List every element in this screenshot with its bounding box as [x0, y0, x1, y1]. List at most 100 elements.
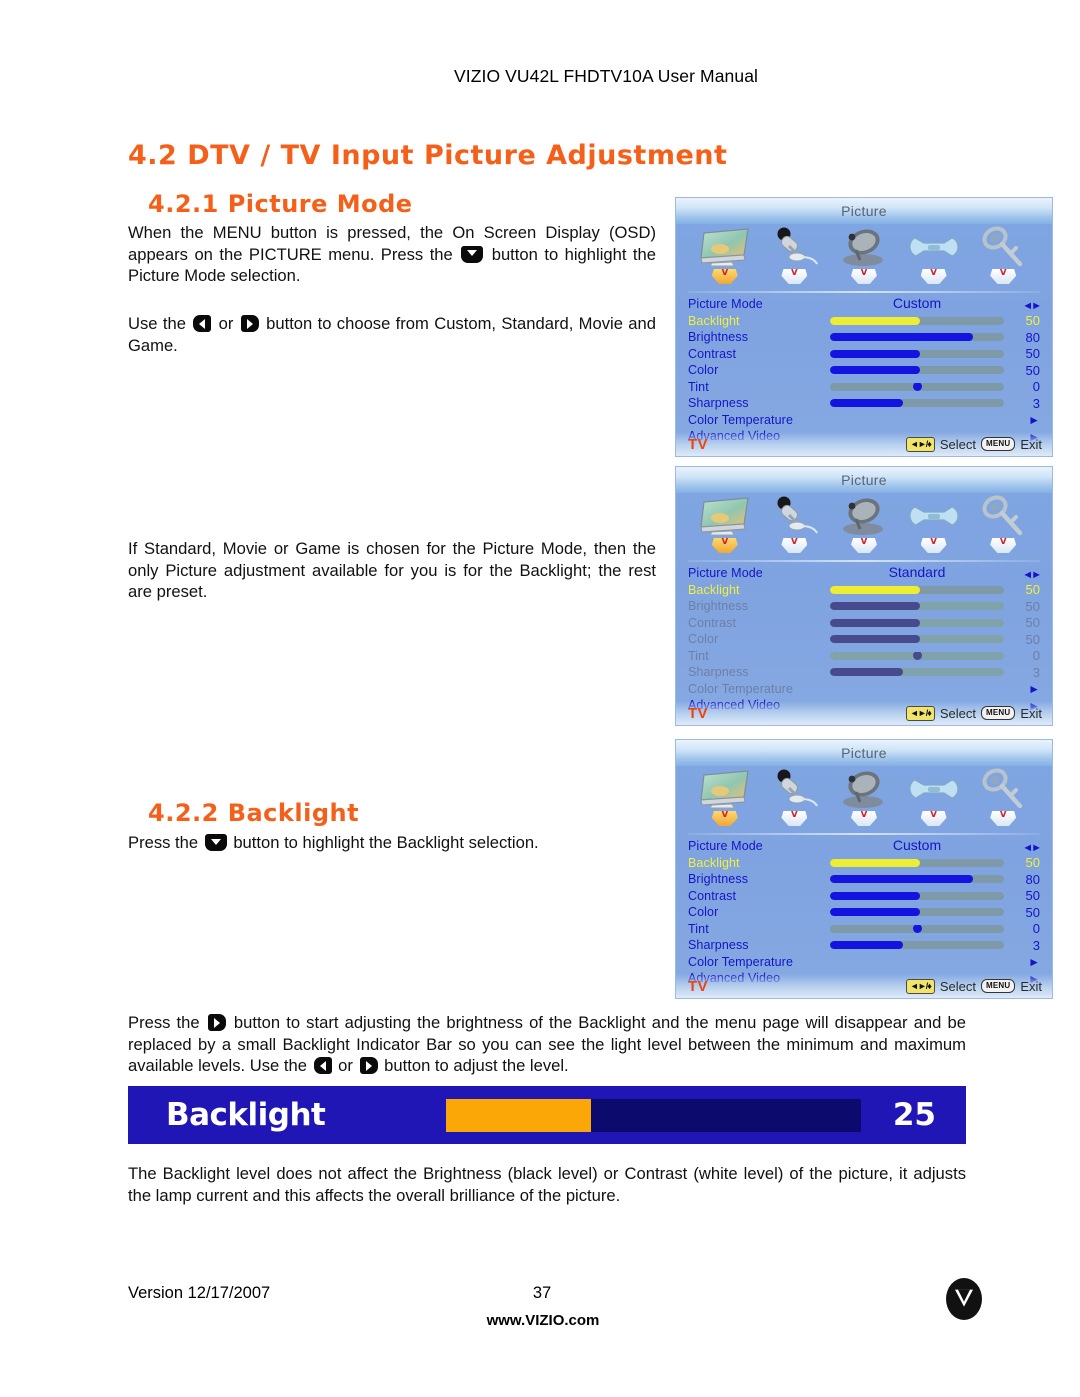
osd-row-tint[interactable]: Tint 0: [688, 379, 1040, 396]
osd-slider-knob[interactable]: [912, 382, 922, 391]
paragraph-text: Press the: [128, 1013, 206, 1032]
osd-tab-audio[interactable]: [760, 226, 830, 290]
osd-row-control: [824, 635, 1010, 644]
osd-row-color-temperature[interactable]: Color Temperature ►: [688, 681, 1040, 698]
osd-tab-setup[interactable]: [899, 495, 969, 559]
osd-icon-row: [676, 493, 1052, 559]
osd-row-brightness[interactable]: Brightness 80: [688, 329, 1040, 346]
osd-row-list: Picture Mode Standard ◄► Backlight 50 Brightn…: [676, 564, 1052, 714]
osd-slider[interactable]: [830, 908, 1004, 917]
parental-icon: [978, 768, 1028, 810]
osd-picture-menu-custom-1[interactable]: PicturePicture ModeCustom◄►Backlight50Br…: [675, 197, 1053, 457]
osd-tab-picture[interactable]: [690, 768, 760, 832]
osd-slider[interactable]: [830, 602, 1004, 611]
osd-tab-setup[interactable]: [899, 768, 969, 832]
osd-slider-fill: [830, 941, 904, 950]
osd-slider[interactable]: [830, 349, 1004, 358]
osd-row-label: Color: [688, 363, 719, 378]
osd-slider[interactable]: [830, 875, 1004, 884]
osd-slider[interactable]: [830, 618, 1004, 627]
osd-row-tint[interactable]: Tint 0: [688, 921, 1040, 938]
osd-row-control: [824, 602, 1010, 611]
osd-tab-tuner[interactable]: [829, 226, 899, 290]
osd-slider-knob[interactable]: [912, 924, 922, 933]
osd-slider-fill: [830, 366, 921, 375]
osd-row-sharpness[interactable]: Sharpness 3: [688, 395, 1040, 412]
dpad-key-icon: ◄►/♦: [905, 978, 935, 994]
osd-slider[interactable]: [830, 382, 1004, 391]
osd-row-control: Custom: [824, 837, 1010, 854]
osd-slider[interactable]: [830, 891, 1004, 900]
osd-slider-fill: [830, 891, 921, 900]
osd-row-value: 50: [1025, 888, 1040, 904]
osd-row-tint[interactable]: Tint 0: [688, 648, 1040, 665]
osd-row-contrast[interactable]: Contrast 50: [688, 346, 1040, 363]
osd-picture-menu-custom-2[interactable]: PicturePicture ModeCustom◄►Backlight50Br…: [675, 739, 1053, 999]
osd-row-color[interactable]: Color 50: [688, 362, 1040, 379]
osd-tab-parental[interactable]: [968, 226, 1038, 290]
osd-tab-setup[interactable]: [899, 226, 969, 290]
paragraph-text: button to highlight the Backlight select…: [228, 833, 539, 852]
osd-tab-tuner[interactable]: [829, 495, 899, 559]
osd-slider-knob[interactable]: [912, 651, 922, 660]
osd-row-sharpness[interactable]: Sharpness 3: [688, 937, 1040, 954]
right-button-icon: [207, 1014, 226, 1031]
osd-row-color-temperature[interactable]: Color Temperature ►: [688, 412, 1040, 429]
osd-row-picture-mode[interactable]: Picture Mode Standard ◄►: [688, 564, 1042, 582]
osd-row-picture-mode[interactable]: Picture Mode Custom ◄►: [688, 837, 1042, 855]
osd-row-value: 3: [1032, 937, 1040, 953]
osd-divider: [688, 833, 1040, 835]
osd-slider[interactable]: [830, 858, 1004, 867]
osd-tab-audio[interactable]: [760, 768, 830, 832]
osd-row-label: Brightness: [688, 872, 749, 887]
paragraph-text: button to adjust the level.: [379, 1056, 569, 1075]
osd-slider[interactable]: [830, 924, 1004, 933]
osd-slider[interactable]: [830, 651, 1004, 660]
osd-slider[interactable]: [830, 941, 1004, 950]
osd-picture-menu-standard[interactable]: Picture Picture Mode Standard ◄► Backlight 50…: [675, 466, 1053, 726]
down-button-icon: [461, 245, 484, 263]
osd-row-contrast[interactable]: Contrast 50: [688, 888, 1040, 905]
osd-slider[interactable]: [830, 668, 1004, 677]
dpad-key-icon: ◄►/♦: [905, 436, 935, 452]
osd-tab-parental[interactable]: [968, 768, 1038, 832]
osd-row-color-temperature[interactable]: Color Temperature ►: [688, 954, 1040, 971]
osd-tab-tuner[interactable]: [829, 768, 899, 832]
osd-row-control: [824, 651, 1010, 660]
osd-source-label: TV: [688, 977, 708, 995]
osd-tab-picture[interactable]: [690, 226, 760, 290]
osd-tab-parental[interactable]: [968, 495, 1038, 559]
osd-row-label: Color Temperature: [688, 681, 793, 696]
osd-row-brightness[interactable]: Brightness 50: [688, 598, 1040, 615]
osd-row-backlight[interactable]: Backlight 50: [688, 582, 1040, 599]
osd-row-value: 50: [1025, 582, 1040, 598]
osd-footer-hints: ◄►/♦ Select MENU Exit: [905, 436, 1042, 452]
osd-slider[interactable]: [830, 366, 1004, 375]
osd-slider[interactable]: [830, 635, 1004, 644]
osd-row-control: [824, 924, 1010, 933]
osd-row-value: 0: [1032, 379, 1040, 395]
osd-row-brightness[interactable]: Brightness 80: [688, 871, 1040, 888]
osd-row-color[interactable]: Color 50: [688, 904, 1040, 921]
osd-tab-audio[interactable]: [760, 495, 830, 559]
osd-row-picture-mode[interactable]: Picture Mode Custom ◄►: [688, 295, 1042, 313]
osd-row-value: 50: [1025, 598, 1040, 614]
backlight-bar-track[interactable]: [446, 1098, 861, 1132]
osd-row-label: Contrast: [688, 346, 737, 361]
osd-row-contrast[interactable]: Contrast 50: [688, 615, 1040, 632]
osd-tab-picture[interactable]: [690, 495, 760, 559]
paragraph-backlight-highlight: Press the button to highlight the Backli…: [128, 832, 656, 854]
osd-row-label: Picture Mode: [688, 297, 763, 312]
osd-row-backlight[interactable]: Backlight 50: [688, 313, 1040, 330]
osd-slider[interactable]: [830, 399, 1004, 408]
osd-slider-fill: [830, 618, 921, 627]
osd-row-sharpness[interactable]: Sharpness 3: [688, 664, 1040, 681]
osd-row-backlight[interactable]: Backlight 50: [688, 855, 1040, 872]
vizio-tab-badge-icon: [990, 538, 1017, 553]
tuner-icon: [836, 226, 892, 268]
osd-slider[interactable]: [830, 316, 1004, 325]
osd-row-color[interactable]: Color 50: [688, 631, 1040, 648]
osd-slider[interactable]: [830, 333, 1004, 342]
osd-slider[interactable]: [830, 585, 1004, 594]
vizio-tab-badge-icon: [920, 538, 947, 553]
